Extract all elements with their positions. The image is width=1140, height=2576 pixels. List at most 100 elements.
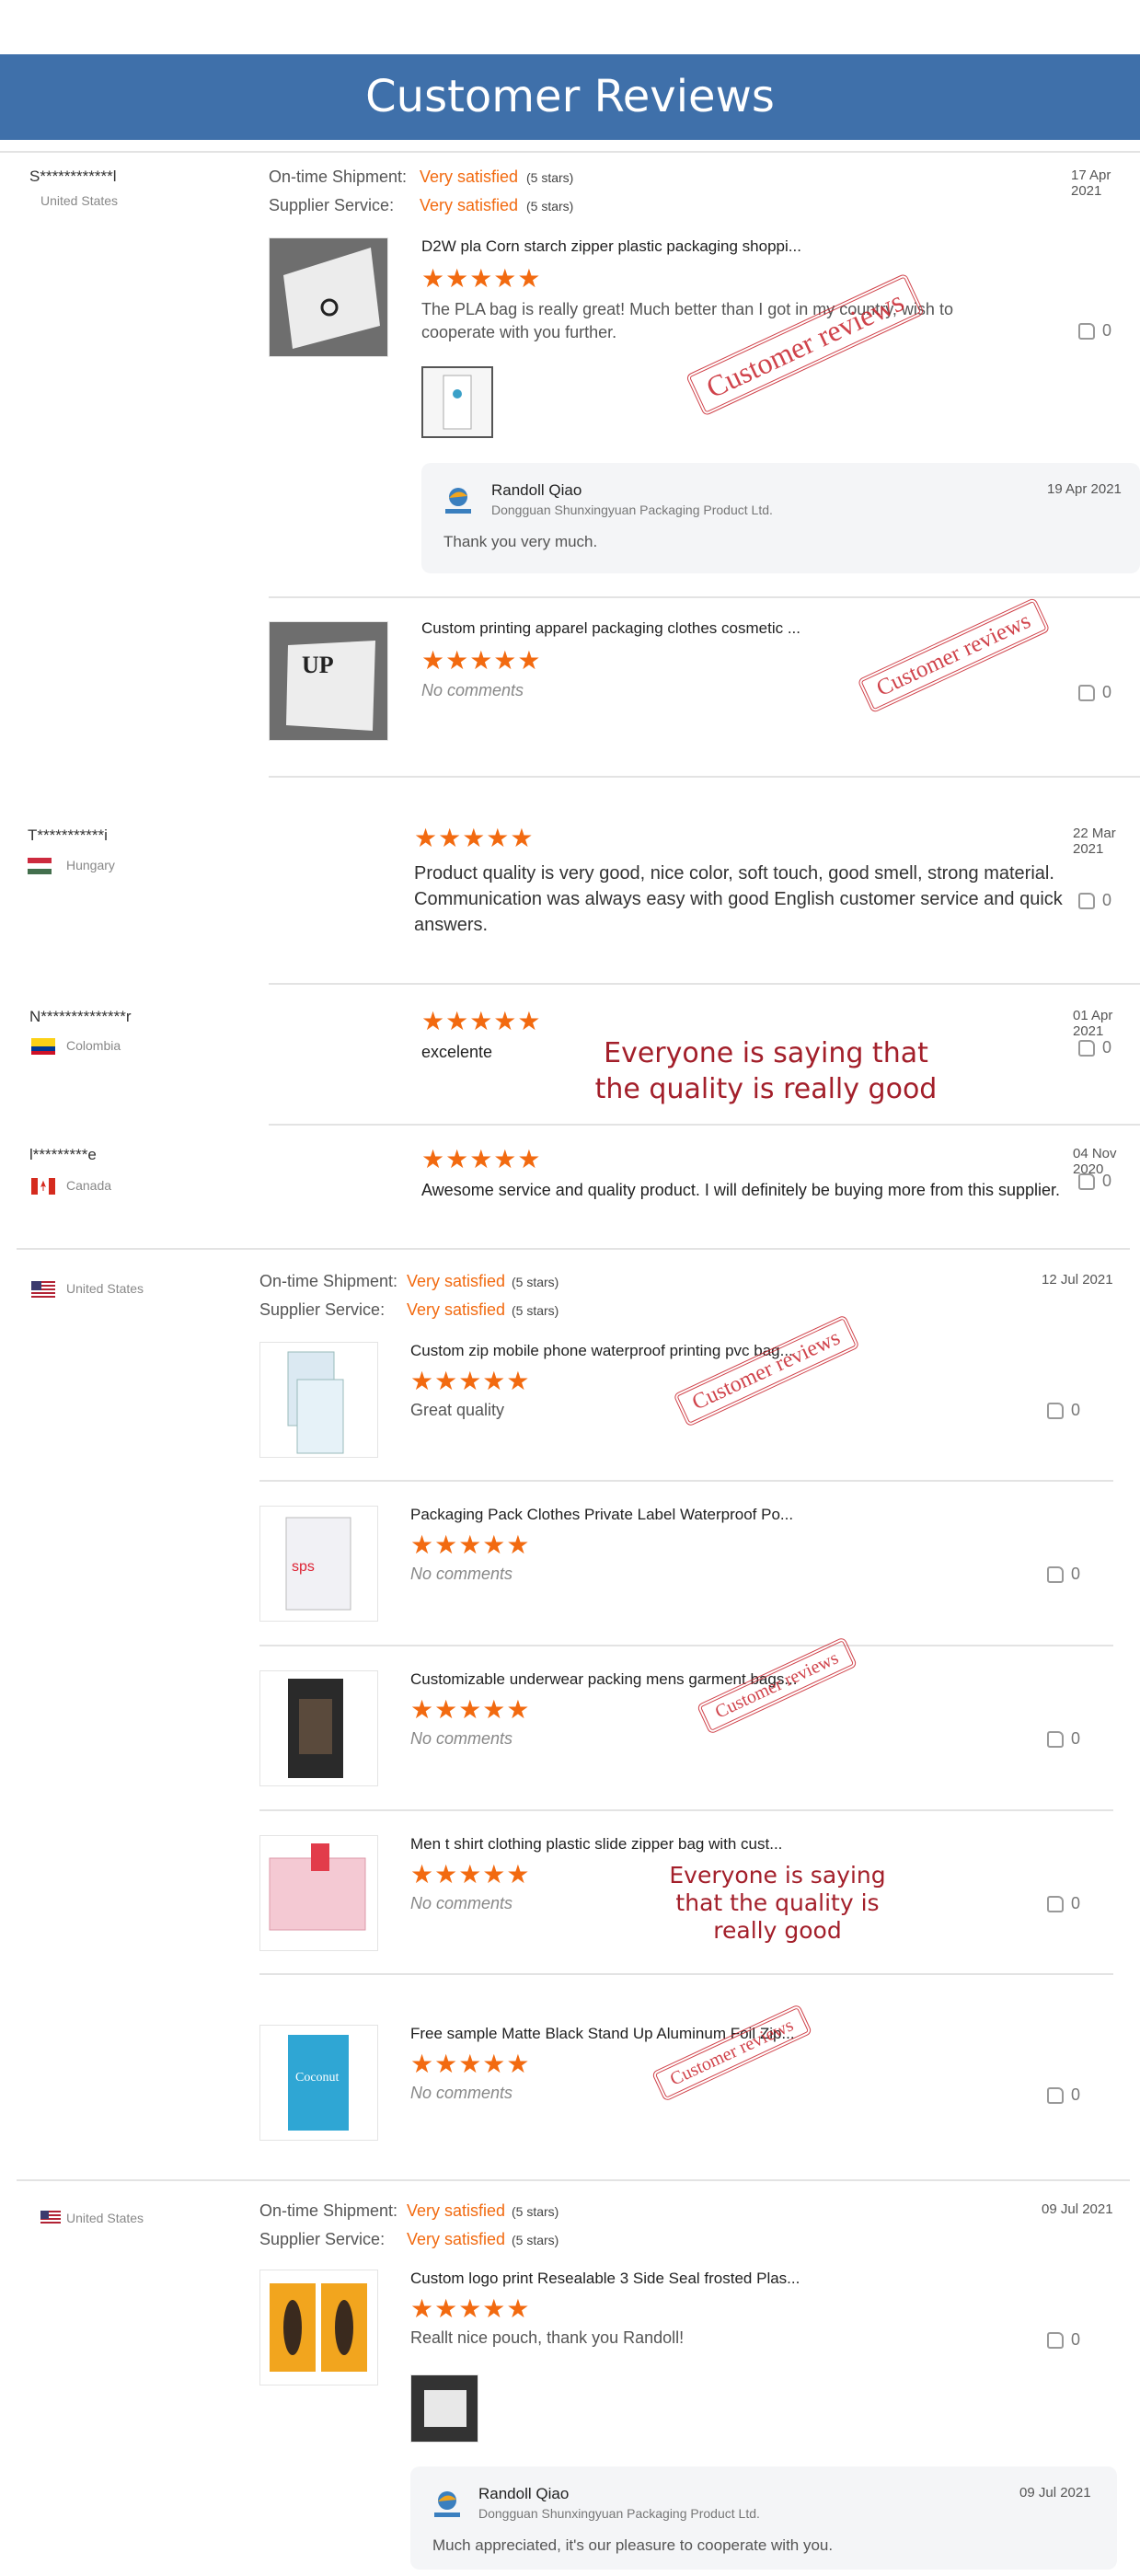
product-photo xyxy=(288,1679,343,1778)
ontime-stars: (5 stars) xyxy=(526,170,574,185)
product-photo xyxy=(270,2283,367,2372)
review-date: 01 Apr 2021 xyxy=(1073,1008,1113,1039)
reviewer-country: Canada xyxy=(66,1178,112,1193)
divider xyxy=(17,2179,1130,2181)
product-image[interactable] xyxy=(259,1835,378,1951)
review-date: 12 Jul 2021 xyxy=(1042,1272,1113,1288)
like-button[interactable]: 0 xyxy=(1078,1172,1111,1191)
product-photo xyxy=(269,1843,366,1931)
ontime-stars: (5 stars) xyxy=(512,1275,559,1289)
like-button[interactable]: 0 xyxy=(1047,1894,1080,1913)
photo-bag xyxy=(443,375,472,430)
reply-date: 09 Jul 2021 xyxy=(1019,2485,1091,2501)
like-button[interactable]: 0 xyxy=(1047,1565,1080,1584)
like-count: 0 xyxy=(1071,2330,1081,2349)
reviewer-country: Colombia xyxy=(66,1038,121,1053)
reviewer-country: United States xyxy=(40,193,119,208)
product-image[interactable] xyxy=(269,237,388,357)
review-date: 17 Apr 2021 xyxy=(1071,167,1111,199)
thumbs-up-icon xyxy=(1078,1040,1095,1057)
supplier-stars: (5 stars) xyxy=(512,2233,559,2247)
product-title-link[interactable]: Custom zip mobile phone waterproof print… xyxy=(410,1342,793,1360)
review-comment: No comments xyxy=(410,1894,513,1912)
product-title-link[interactable]: D2W pla Corn starch zipper plastic packa… xyxy=(421,237,801,256)
seller-reply: Randoll Qiao Dongguan Shunxingyuan Packa… xyxy=(421,463,1140,573)
customer-reviews-stamp: Customer reviews xyxy=(651,2004,813,2102)
review-comment: No comments xyxy=(421,681,524,699)
reviewer-name: S************l xyxy=(29,167,117,185)
reply-text: Thank you very much. xyxy=(443,533,598,550)
like-button[interactable]: 0 xyxy=(1047,2085,1080,2105)
supplier-stars: (5 stars) xyxy=(526,199,574,214)
review-comment: Product quality is very good, nice color… xyxy=(414,863,1063,935)
like-button[interactable]: 0 xyxy=(1047,1729,1080,1749)
rating-stars: ★★★★★ xyxy=(410,1367,531,1395)
product-title-link[interactable]: Men t shirt clothing plastic slide zippe… xyxy=(410,1835,782,1854)
product-image[interactable]: sps xyxy=(259,1506,378,1622)
reviewer-name: N**************r xyxy=(29,1008,132,1025)
supplier-label: Supplier Service: xyxy=(259,2230,386,2248)
rating-stars: ★★★★★ xyxy=(410,2294,531,2323)
review-date: 09 Jul 2021 xyxy=(1042,2201,1113,2217)
rating-stars: ★★★★★ xyxy=(414,824,535,852)
like-count: 0 xyxy=(1071,1894,1081,1912)
rating-stars: ★★★★★ xyxy=(410,2050,531,2078)
ontime-rating: Very satisfied xyxy=(407,1272,506,1290)
review-photo-thumb[interactable] xyxy=(410,2374,478,2443)
review-comment: The PLA bag is really great! Much better… xyxy=(421,300,953,341)
product-title-link[interactable]: Packaging Pack Clothes Private Label Wat… xyxy=(410,1506,793,1524)
rating-stars: ★★★★★ xyxy=(410,1531,531,1559)
review-comment: No comments xyxy=(410,2084,513,2102)
product-image[interactable]: Coconut xyxy=(259,2025,378,2141)
seller-logo-icon xyxy=(443,485,473,514)
divider xyxy=(259,1973,1113,1975)
rating-stars: ★★★★★ xyxy=(410,1695,531,1724)
canada-flag-icon xyxy=(31,1178,55,1195)
ontime-label: On-time Shipment: xyxy=(269,167,408,186)
product-photo xyxy=(287,1351,344,1454)
like-button[interactable]: 0 xyxy=(1078,321,1111,341)
like-count: 0 xyxy=(1071,1401,1081,1419)
product-image[interactable]: UP xyxy=(269,621,388,741)
like-count: 0 xyxy=(1102,321,1112,340)
seller-name: Randoll Qiao xyxy=(478,2485,570,2502)
divider xyxy=(259,1645,1113,1646)
like-button[interactable]: 0 xyxy=(1078,891,1111,910)
supplier-label: Supplier Service: xyxy=(269,196,395,214)
like-button[interactable]: 0 xyxy=(1078,1038,1111,1057)
review-photo-thumb[interactable] xyxy=(421,366,493,438)
ontime-rating: Very satisfied xyxy=(407,2201,506,2220)
review-comment: excelente xyxy=(421,1043,493,1061)
product-image[interactable] xyxy=(259,1670,378,1786)
review-comment: Reallt nice pouch, thank you Randoll! xyxy=(410,2328,685,2347)
quality-headline: Everyone is saying that the quality is r… xyxy=(669,1862,886,1944)
product-title-link[interactable]: Custom printing apparel packaging clothe… xyxy=(421,619,800,638)
photo-pouch xyxy=(424,2390,466,2427)
product-title-link[interactable]: Custom logo print Resealable 3 Side Seal… xyxy=(410,2270,800,2288)
like-count: 0 xyxy=(1071,2085,1081,2104)
like-button[interactable]: 0 xyxy=(1047,2330,1080,2350)
ontime-rating: Very satisfied xyxy=(420,167,519,186)
seller-company: Dongguan Shunxingyuan Packaging Product … xyxy=(491,502,773,517)
quality-headline: Everyone is saying that the quality is r… xyxy=(594,1037,938,1105)
divider xyxy=(259,1809,1113,1811)
thumbs-up-icon xyxy=(1078,323,1095,341)
us-flag-icon xyxy=(31,1281,55,1298)
reviewer-name: l*********e xyxy=(29,1146,97,1163)
product-photo: Coconut xyxy=(288,2035,349,2131)
divider xyxy=(269,776,1140,778)
divider xyxy=(269,596,1140,598)
like-count: 0 xyxy=(1102,891,1112,909)
seller-reply: Randoll Qiao Dongguan Shunxingyuan Packa… xyxy=(410,2466,1117,2570)
product-image[interactable] xyxy=(259,1342,378,1458)
divider xyxy=(259,1480,1113,1482)
like-count: 0 xyxy=(1102,1172,1112,1190)
customer-reviews-stamp: Customer reviews xyxy=(685,272,925,417)
like-button[interactable]: 0 xyxy=(1078,683,1111,702)
product-image[interactable] xyxy=(259,2270,378,2385)
us-flag-icon xyxy=(40,2211,64,2227)
like-button[interactable]: 0 xyxy=(1047,1401,1080,1420)
reviewer-country: Hungary xyxy=(66,858,115,872)
customer-reviews-stamp: Customer reviews xyxy=(673,1314,860,1427)
thumbs-up-icon xyxy=(1078,685,1095,702)
